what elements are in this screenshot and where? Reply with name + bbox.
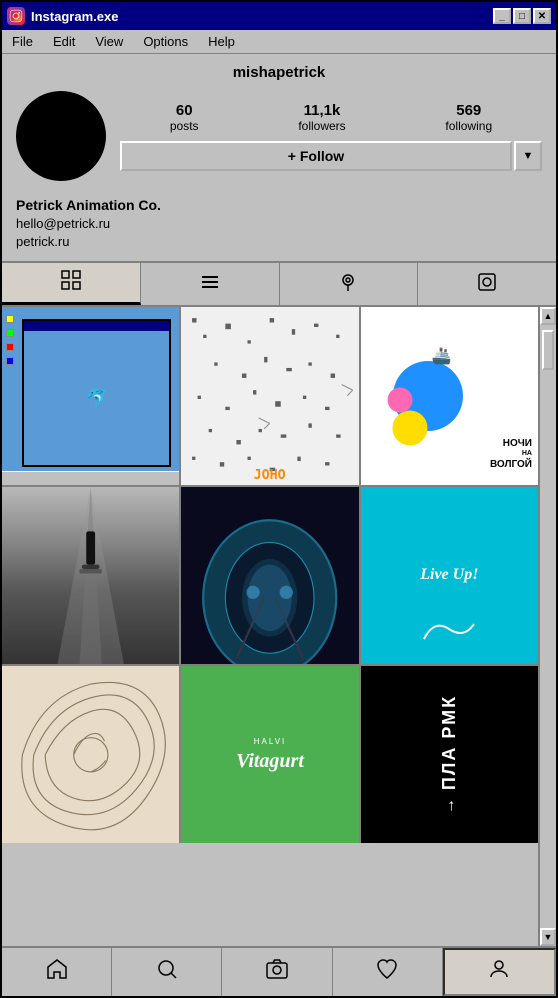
nav-camera[interactable] [222,948,332,996]
tab-location[interactable] [280,263,419,305]
follow-row: + Follow ▼ [120,141,542,171]
window-controls: _ □ ✕ [493,8,551,24]
grid-cell-6[interactable]: Live Up! [361,487,538,664]
grid-cell-1[interactable]: 🐬 [2,307,179,484]
grid-cell-9[interactable]: → ПЛА РМК [361,666,538,843]
bio-website[interactable]: petrick.ru [16,233,542,251]
stats-and-follow: 60 posts 11,1k followers 569 following +… [120,102,542,171]
profile-main: 60 posts 11,1k followers 569 following +… [16,91,542,181]
search-icon [155,957,179,987]
followers-label: followers [298,119,345,133]
posts-count: 60 [176,102,193,119]
svg-text:JOHO: JOHO [254,468,286,483]
grid-cell-8[interactable]: HALVI Vitagurt [181,666,358,843]
grid-cell-3[interactable]: 🚢 НОЧИ НА ВОЛГОЙ [361,307,538,484]
vitagurt-small-text: HALVI [254,737,287,746]
following-label: following [445,119,492,133]
minimize-button[interactable]: _ [493,8,511,24]
tab-grid[interactable] [2,263,141,305]
arrow-icon: → [440,796,458,814]
stat-following: 569 following [445,102,492,133]
stat-posts: 60 posts [170,102,199,133]
scroll-down-button[interactable]: ▼ [540,928,556,946]
profile-icon [487,957,511,987]
grid-icon [61,270,81,295]
camera-icon [265,957,289,987]
bio-section: Petrick Animation Co. hello@petrick.ru p… [2,191,556,261]
grid-area: 🐬 [2,307,556,946]
bottom-nav [2,946,556,996]
black-cell-text: → ПЛА РМК [439,695,460,814]
nav-search[interactable] [112,948,222,996]
stat-followers: 11,1k followers [298,102,345,133]
avatar [16,91,106,181]
list-icon [200,272,220,297]
live-up-text: Live Up! [420,566,478,584]
grid-cell-4[interactable] [2,487,179,664]
home-icon [45,957,69,987]
scrollbar-track-area [540,325,556,928]
stats-row: 60 posts 11,1k followers 569 following [120,102,542,133]
window-title: Instagram.exe [31,9,487,24]
following-count: 569 [456,102,481,119]
maximize-button[interactable]: □ [513,8,531,24]
nochi-text-2: ВОЛГОЙ [490,459,532,471]
scrollbar-thumb[interactable] [542,330,554,370]
tag-icon [477,272,497,297]
tab-bar [2,261,556,307]
location-icon [338,272,358,297]
nav-home[interactable] [2,948,112,996]
image-grid: 🐬 [2,307,538,843]
posts-label: posts [170,119,199,133]
title-bar: Instagram.exe _ □ ✕ [2,2,556,30]
grid-cell-2[interactable]: JOHO [181,307,358,484]
menu-view[interactable]: View [91,34,127,49]
scrollbar: ▲ ▼ [538,307,556,946]
scroll-up-button[interactable]: ▲ [540,307,556,325]
followers-count: 11,1k [304,102,341,119]
tab-list[interactable] [141,263,280,305]
menu-file[interactable]: File [8,34,37,49]
nav-profile[interactable] [443,948,556,996]
grid-scroll[interactable]: 🐬 [2,307,538,946]
follow-button[interactable]: + Follow [120,141,512,171]
menu-bar: File Edit View Options Help [2,30,556,54]
close-button[interactable]: ✕ [533,8,551,24]
profile-username: mishapetrick [233,64,326,81]
app-icon [7,7,25,25]
nochi-text-1: НОЧИ [490,438,532,450]
nav-heart[interactable] [333,948,443,996]
menu-help[interactable]: Help [204,34,239,49]
grid-cell-7[interactable] [2,666,179,843]
menu-edit[interactable]: Edit [49,34,79,49]
tab-tagged[interactable] [418,263,556,305]
vitagurt-big-text: Vitagurt [236,750,304,773]
follow-dropdown-button[interactable]: ▼ [514,141,542,171]
grid-cell-5[interactable] [181,487,358,664]
menu-options[interactable]: Options [139,34,192,49]
bio-name: Petrick Animation Co. [16,197,542,213]
bio-email[interactable]: hello@petrick.ru [16,215,542,233]
app-window: Instagram.exe _ □ ✕ File Edit View Optio… [0,0,558,998]
heart-icon [375,957,399,987]
profile-section: mishapetrick 60 posts 11,1k followers 56… [2,54,556,191]
